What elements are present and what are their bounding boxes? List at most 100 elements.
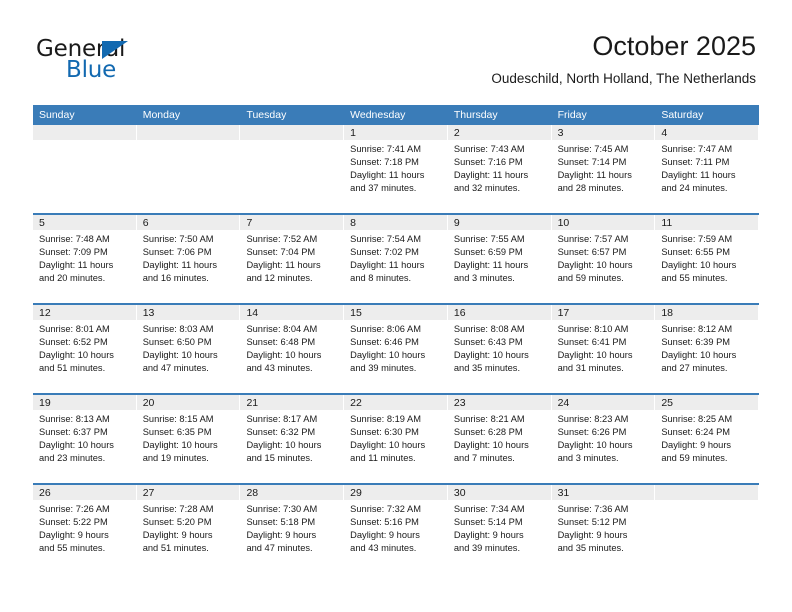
day-cell-10[interactable]: 10 Sunrise: 7:57 AM Sunset: 6:57 PM Dayligh… [551, 215, 656, 303]
day-cell-9[interactable]: 9 Sunrise: 7:55 AM Sunset: 6:59 PM Daylight… [447, 215, 552, 303]
day-cell-empty [655, 485, 760, 573]
day-number: 9 [447, 215, 552, 230]
day-number: 8 [344, 215, 448, 230]
day-cell-14[interactable]: 14 Sunrise: 8:04 AM Sunset: 6:48 PM Dayligh… [240, 305, 345, 393]
day-number: 26 [33, 485, 137, 500]
day-cell-4[interactable]: 4 Sunrise: 7:47 AM Sunset: 7:11 PM Daylight… [655, 125, 760, 213]
day-detail-line: Sunset: 5:14 PM [453, 517, 523, 527]
day-number: 6 [136, 215, 241, 230]
day-number: 3 [551, 125, 656, 140]
day-details: Sunrise: 7:50 AM Sunset: 7:06 PM Daylight:… [137, 230, 241, 303]
day-detail-line: Sunrise: 7:52 AM [246, 234, 318, 244]
brand-logo[interactable]: General Blue [36, 36, 216, 88]
day-detail-line: and 11 minutes. [350, 453, 416, 463]
day-detail-line: and 24 minutes. [661, 183, 728, 193]
day-detail-line: Sunset: 7:06 PM [142, 247, 212, 257]
day-cell-26[interactable]: 26 Sunrise: 7:26 AM Sunset: 5:22 PM Dayligh… [33, 485, 137, 573]
day-cell-12[interactable]: 12 Sunrise: 8:01 AM Sunset: 6:52 PM Dayligh… [33, 305, 137, 393]
day-cell-21[interactable]: 21 Sunrise: 8:17 AM Sunset: 6:32 PM Dayligh… [240, 395, 345, 483]
brand-name-blue: Blue [66, 57, 117, 83]
day-detail-line: Sunrise: 8:21 AM [453, 414, 525, 424]
day-number: 16 [447, 305, 552, 320]
day-cell-28[interactable]: 28 Sunrise: 7:30 AM Sunset: 5:18 PM Dayligh… [240, 485, 345, 573]
day-detail-line: Sunset: 6:35 PM [142, 427, 212, 437]
day-cell-29[interactable]: 29 Sunrise: 7:32 AM Sunset: 5:16 PM Dayligh… [344, 485, 448, 573]
day-detail-line: Sunrise: 8:15 AM [142, 414, 214, 424]
day-detail-line: Sunrise: 8:19 AM [350, 414, 421, 424]
weekday-header-wednesday: Wednesday [350, 109, 406, 121]
day-detail-line: Sunrise: 7:34 AM [453, 504, 525, 514]
day-detail-line: Sunrise: 8:23 AM [557, 414, 629, 424]
day-detail-line: Daylight: 10 hours [39, 350, 114, 360]
day-cell-18[interactable]: 18 Sunrise: 8:12 AM Sunset: 6:39 PM Dayligh… [655, 305, 760, 393]
day-number [33, 125, 137, 140]
day-cell-30[interactable]: 30 Sunrise: 7:34 AM Sunset: 5:14 PM Dayligh… [447, 485, 552, 573]
day-details: Sunrise: 8:08 AM Sunset: 6:43 PM Daylight:… [448, 320, 552, 393]
day-detail-line: Sunrise: 8:01 AM [39, 324, 110, 334]
day-detail-line: Daylight: 11 hours [350, 170, 425, 180]
day-cell-5[interactable]: 5 Sunrise: 7:48 AM Sunset: 7:09 PM Daylight… [33, 215, 137, 303]
day-cell-16[interactable]: 16 Sunrise: 8:08 AM Sunset: 6:43 PM Dayligh… [447, 305, 552, 393]
day-detail-line: Daylight: 11 hours [557, 170, 632, 180]
day-cell-27[interactable]: 27 Sunrise: 7:28 AM Sunset: 5:20 PM Dayligh… [136, 485, 241, 573]
day-detail-line: Sunset: 7:02 PM [350, 247, 419, 257]
day-cell-11[interactable]: 11 Sunrise: 7:59 AM Sunset: 6:55 PM Dayligh… [655, 215, 760, 303]
day-detail-line: Sunrise: 7:32 AM [350, 504, 421, 514]
day-detail-line: and 27 minutes. [661, 363, 728, 373]
day-cell-25[interactable]: 25 Sunrise: 8:25 AM Sunset: 6:24 PM Dayligh… [655, 395, 760, 483]
day-detail-line: and 35 minutes. [557, 543, 624, 553]
day-detail-line: Daylight: 11 hours [661, 170, 736, 180]
day-cell-13[interactable]: 13 Sunrise: 8:03 AM Sunset: 6:50 PM Dayligh… [136, 305, 241, 393]
day-detail-line: Daylight: 10 hours [557, 260, 633, 270]
day-detail-line: and 59 minutes. [557, 273, 624, 283]
day-cell-19[interactable]: 19 Sunrise: 8:13 AM Sunset: 6:37 PM Dayligh… [33, 395, 137, 483]
day-detail-line: and 43 minutes. [246, 363, 313, 373]
day-detail-line: and 39 minutes. [350, 363, 417, 373]
day-number: 19 [33, 395, 137, 410]
day-detail-line: Daylight: 11 hours [350, 260, 425, 270]
day-cell-1[interactable]: 1 Sunrise: 7:41 AM Sunset: 7:18 PM Daylight… [344, 125, 448, 213]
day-cell-31[interactable]: 31 Sunrise: 7:36 AM Sunset: 5:12 PM Dayligh… [551, 485, 656, 573]
day-details: Sunrise: 7:59 AM Sunset: 6:55 PM Daylight:… [655, 230, 759, 303]
day-number: 1 [344, 125, 448, 140]
day-number: 20 [136, 395, 241, 410]
day-number: 29 [344, 485, 448, 500]
day-detail-line: Sunrise: 8:17 AM [246, 414, 318, 424]
day-detail-line: Daylight: 9 hours [350, 530, 420, 540]
day-cell-empty [136, 125, 241, 213]
day-cell-7[interactable]: 7 Sunrise: 7:52 AM Sunset: 7:04 PM Daylight… [240, 215, 345, 303]
day-cell-3[interactable]: 3 Sunrise: 7:45 AM Sunset: 7:14 PM Daylight… [551, 125, 656, 213]
day-number: 30 [447, 485, 552, 500]
day-cell-20[interactable]: 20 Sunrise: 8:15 AM Sunset: 6:35 PM Dayligh… [136, 395, 241, 483]
day-cell-empty [33, 125, 137, 213]
day-cell-15[interactable]: 15 Sunrise: 8:06 AM Sunset: 6:46 PM Dayligh… [344, 305, 448, 393]
day-details: Sunrise: 7:34 AM Sunset: 5:14 PM Daylight:… [448, 500, 552, 573]
day-cell-2[interactable]: 2 Sunrise: 7:43 AM Sunset: 7:16 PM Daylight… [447, 125, 552, 213]
day-detail-line: Sunset: 6:59 PM [453, 247, 523, 257]
page-header: General Blue October 2025 Oudeschild, No… [0, 0, 792, 100]
day-detail-line: Sunrise: 8:12 AM [661, 324, 733, 334]
day-detail-line: Daylight: 10 hours [142, 350, 218, 360]
day-detail-line: and 47 minutes. [142, 363, 209, 373]
day-detail-line: Sunset: 7:18 PM [350, 157, 419, 167]
day-detail-line: Sunset: 6:37 PM [39, 427, 108, 437]
day-cell-22[interactable]: 22 Sunrise: 8:19 AM Sunset: 6:30 PM Dayligh… [344, 395, 448, 483]
day-number: 28 [240, 485, 345, 500]
weekday-header-sunday: Sunday [39, 109, 75, 121]
day-cell-17[interactable]: 17 Sunrise: 8:10 AM Sunset: 6:41 PM Dayligh… [551, 305, 656, 393]
day-number: 5 [33, 215, 137, 230]
day-detail-line: Sunset: 5:12 PM [557, 517, 627, 527]
day-detail-line: Sunset: 6:57 PM [557, 247, 627, 257]
day-detail-line: Daylight: 9 hours [557, 530, 628, 540]
day-detail-line: Sunset: 5:18 PM [246, 517, 316, 527]
day-number: 18 [655, 305, 760, 320]
day-cell-23[interactable]: 23 Sunrise: 8:21 AM Sunset: 6:28 PM Dayligh… [447, 395, 552, 483]
day-detail-line: Sunrise: 7:57 AM [557, 234, 629, 244]
day-detail-line: Sunset: 6:28 PM [453, 427, 523, 437]
day-detail-line: and 20 minutes. [39, 273, 106, 283]
day-cell-8[interactable]: 8 Sunrise: 7:54 AM Sunset: 7:02 PM Daylight… [344, 215, 448, 303]
day-details: Sunrise: 7:28 AM Sunset: 5:20 PM Daylight:… [137, 500, 241, 573]
day-cell-24[interactable]: 24 Sunrise: 8:23 AM Sunset: 6:26 PM Dayligh… [551, 395, 656, 483]
day-cell-6[interactable]: 6 Sunrise: 7:50 AM Sunset: 7:06 PM Daylight… [136, 215, 241, 303]
calendar-weeks: 1 Sunrise: 7:41 AM Sunset: 7:18 PM Daylight… [33, 125, 760, 573]
